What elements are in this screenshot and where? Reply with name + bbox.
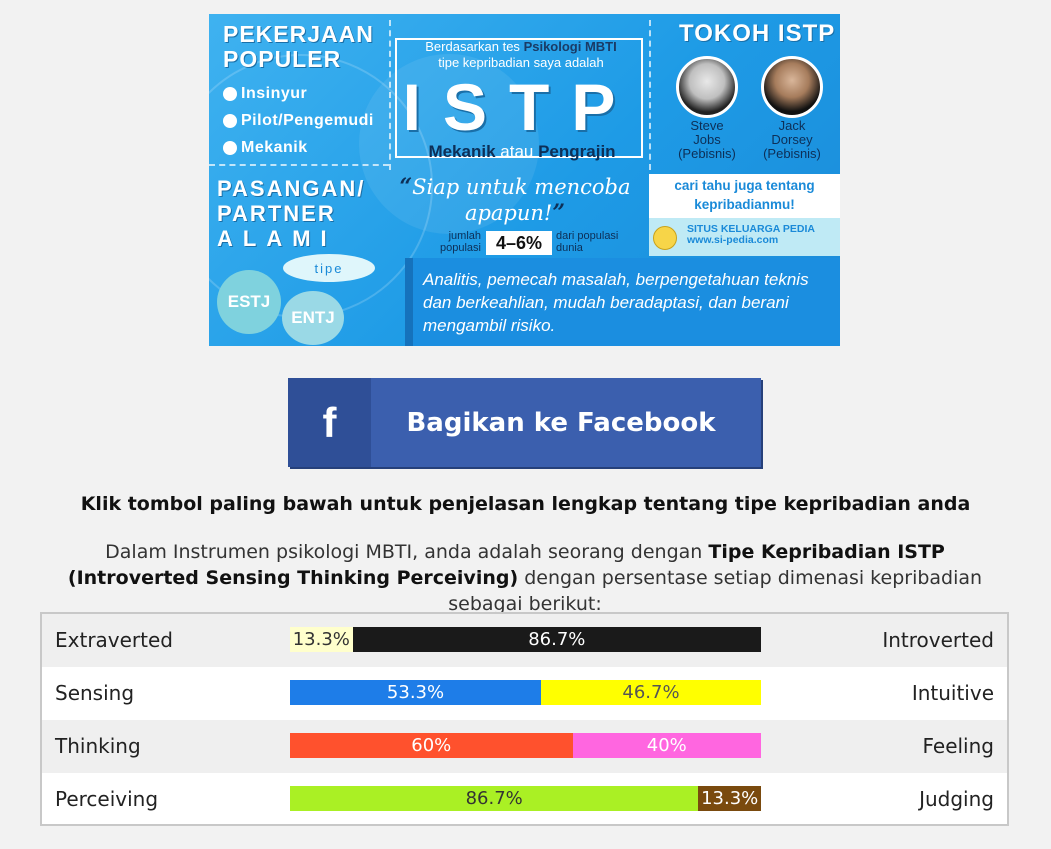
figure-name: Steve Jobs (Pebisnis) (678, 118, 736, 161)
dimension-bar: 53.3% 46.7% (290, 680, 761, 705)
divider (209, 164, 389, 166)
facebook-icon-container[interactable]: f (288, 378, 371, 467)
dimension-bar-segment: 60% (290, 733, 573, 758)
type-nickname: Mekanik atau Pengrajin (428, 142, 616, 161)
dimension-bar-segment: 13.3% (290, 627, 353, 652)
mbti-intro-text: Berdasarkan tes Psikologi MBTI tipe kepr… (425, 39, 617, 70)
avatar (676, 56, 738, 118)
dimension-bar-segment: 86.7% (290, 786, 699, 811)
list-item: Mekanik (223, 134, 374, 161)
bullet-icon (223, 140, 237, 155)
dimension-table: Extraverted 13.3% 86.7% Introverted Sensing 5… (40, 612, 1009, 826)
dimension-bar-segment: 86.7% (352, 627, 761, 652)
partner-type-badge: ESTJ (217, 270, 281, 334)
dimension-row: Perceiving 86.7% 13.3% Judging (42, 773, 1007, 826)
dimension-right-label: Introverted (882, 628, 994, 652)
dimension-right-label: Feeling (922, 734, 994, 758)
dimension-bar: 60% 40% (290, 733, 761, 758)
avatar (761, 56, 823, 118)
istp-banner-image: PEKERJAAN POPULER Insinyur Pilot/Pengemu… (209, 14, 840, 346)
share-facebook-button[interactable]: f Bagikan ke Facebook (288, 378, 761, 467)
divider (389, 20, 391, 170)
dimension-left-label: Extraverted (55, 628, 173, 652)
population-percent: 4–6% (486, 231, 552, 255)
type-quote: “Siap untuk mencoba apapun!” (399, 174, 631, 226)
famous-figures-title: TOKOH ISTP (679, 20, 836, 47)
type-description: Analitis, pemecah masalah, berpengetahua… (423, 270, 809, 335)
result-paragraph: Dalam Instrumen psikologi MBTI, anda ada… (67, 541, 983, 615)
bullet-icon (223, 86, 237, 101)
bullet-icon (223, 113, 237, 128)
cta-text: cari tahu juga tentang kepribadianmu! (649, 174, 840, 218)
dimension-left-label: Perceiving (55, 787, 159, 811)
share-facebook-label[interactable]: Bagikan ke Facebook (371, 378, 761, 467)
dimension-bar: 86.7% 13.3% (290, 786, 761, 811)
dimension-right-label: Judging (919, 787, 994, 811)
list-item: Insinyur (223, 80, 374, 107)
population-label: dari populasi dunia (556, 230, 619, 254)
dimension-left-label: Sensing (55, 681, 135, 705)
dimension-bar-segment: 46.7% (541, 680, 761, 705)
popular-jobs-title: PEKERJAAN POPULER (223, 21, 374, 72)
type-code: ISTP (402, 70, 638, 144)
smiley-logo-icon (653, 226, 677, 250)
figure-name: Jack Dorsey (Pebisnis) (763, 118, 821, 161)
dimension-right-label: Intuitive (911, 681, 994, 705)
dimension-row: Thinking 60% 40% Feeling (42, 720, 1007, 773)
facebook-icon: f (322, 398, 337, 446)
dimension-bar-segment: 53.3% (290, 680, 542, 705)
divider (649, 20, 651, 170)
tipe-bubble: tipe (283, 254, 375, 282)
dimension-row: Extraverted 13.3% 86.7% Introverted (42, 614, 1007, 667)
partner-title: PASANGAN/ PARTNER ALAMI (217, 176, 366, 251)
popular-jobs-list: Insinyur Pilot/Pengemudi Mekanik (223, 80, 374, 161)
list-item: Pilot/Pengemudi (223, 107, 374, 134)
dimension-left-label: Thinking (55, 734, 141, 758)
population-label: jumlah populasi (440, 230, 481, 254)
instruction-text: Klik tombol paling bawah untuk penjelasa… (80, 493, 971, 515)
dimension-bar-segment: 13.3% (698, 786, 761, 811)
partner-type-badge: ENTJ (282, 291, 344, 345)
dimension-bar: 13.3% 86.7% (290, 627, 761, 652)
site-credit: SITUS KELUARGA PEDIA www.si-pedia.com (649, 218, 840, 256)
dimension-bar-segment: 40% (572, 733, 761, 758)
dimension-row: Sensing 53.3% 46.7% Intuitive (42, 667, 1007, 720)
